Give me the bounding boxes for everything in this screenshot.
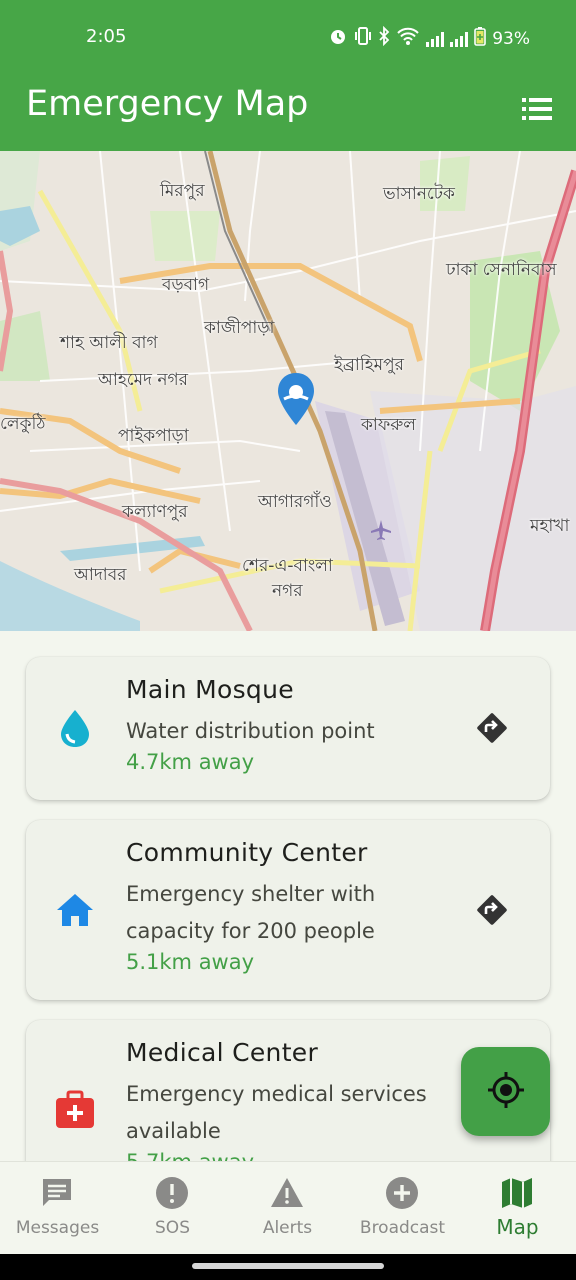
map-label: কল্যাণপুর bbox=[122, 502, 188, 522]
nav-alerts[interactable]: Alerts bbox=[230, 1162, 345, 1255]
status-bar: 2:05 93% bbox=[0, 0, 576, 72]
add-circle-icon bbox=[385, 1176, 419, 1210]
location-card[interactable]: Main Mosque Water distribution point 4.7… bbox=[26, 657, 550, 800]
nav-label: Map bbox=[496, 1215, 539, 1239]
map-label: শের-এ-বাংলা bbox=[242, 556, 333, 576]
alert-circle-icon bbox=[155, 1176, 189, 1210]
water-drop-icon bbox=[54, 707, 96, 749]
map-label: বড়বাগ bbox=[162, 275, 210, 295]
location-description: Emergency shelter with capacity for 200 … bbox=[126, 882, 376, 943]
message-icon bbox=[40, 1176, 74, 1210]
map-label: নগর bbox=[272, 581, 303, 601]
home-icon bbox=[54, 889, 96, 931]
map-label: শাহ আলী বাগ bbox=[60, 333, 158, 353]
nav-broadcast[interactable]: Broadcast bbox=[345, 1162, 460, 1255]
nav-map[interactable]: Map bbox=[460, 1162, 575, 1255]
my-location-button[interactable] bbox=[461, 1047, 550, 1136]
location-description: Water distribution point bbox=[126, 719, 375, 743]
map-label: আগারগাঁও bbox=[258, 492, 332, 512]
bluetooth-icon bbox=[378, 25, 390, 51]
nav-messages[interactable]: Messages bbox=[0, 1162, 115, 1255]
directions-icon[interactable] bbox=[474, 892, 510, 928]
nav-label: Broadcast bbox=[359, 1218, 446, 1238]
battery-percent: 93% bbox=[492, 28, 530, 49]
my-location-icon bbox=[486, 1070, 526, 1114]
location-name: Community Center bbox=[126, 838, 368, 867]
signal-icon bbox=[426, 31, 445, 47]
location-name: Medical Center bbox=[126, 1038, 319, 1067]
location-card[interactable]: Community Center Emergency shelter with … bbox=[26, 820, 550, 1000]
nav-label: Alerts bbox=[262, 1218, 313, 1238]
directions-icon[interactable] bbox=[474, 710, 510, 746]
map-label: ঢাকা সেনানিবাস bbox=[446, 260, 557, 280]
home-indicator[interactable] bbox=[192, 1263, 384, 1269]
map-label: পাইকপাড়া bbox=[118, 426, 189, 446]
location-distance: 5.1km away bbox=[126, 950, 255, 974]
list-icon[interactable] bbox=[520, 94, 554, 124]
app-bar: Emergency Map bbox=[0, 72, 576, 151]
status-icons: 93% bbox=[328, 25, 530, 51]
map-label: মহাখা bbox=[530, 516, 570, 536]
vibrate-icon bbox=[354, 26, 372, 51]
bottom-navigation: Messages SOS Alerts Broadcast Map bbox=[0, 1161, 576, 1254]
alarm-icon bbox=[328, 26, 348, 51]
map-label: ভাসানটেক bbox=[383, 184, 455, 204]
map-label: মিরপুর bbox=[160, 181, 205, 201]
nav-label: SOS bbox=[155, 1218, 190, 1238]
location-distance: 4.7km away bbox=[126, 750, 255, 774]
map-label: আদাবর bbox=[74, 565, 127, 585]
status-time: 2:05 bbox=[86, 26, 127, 47]
map-label: কাজীপাড়া bbox=[204, 318, 275, 338]
map-label: ইব্রাহিমপুর bbox=[334, 355, 404, 375]
page-title: Emergency Map bbox=[26, 84, 309, 124]
battery-icon bbox=[474, 26, 487, 51]
nav-sos[interactable]: SOS bbox=[115, 1162, 230, 1255]
map-view[interactable]: মিরপুর ভাসানটেক ঢাকা সেনানিবাস বড়বাগ কা… bbox=[0, 151, 576, 631]
map-icon bbox=[500, 1176, 534, 1210]
nav-label: Messages bbox=[15, 1218, 100, 1238]
location-description: Emergency medical services available bbox=[126, 1082, 427, 1143]
wifi-icon bbox=[396, 26, 420, 51]
location-pin-icon[interactable] bbox=[276, 371, 316, 427]
map-label: লেকুঠি bbox=[0, 414, 46, 434]
gesture-bar bbox=[0, 1254, 576, 1280]
map-label: আহমেদ নগর bbox=[98, 370, 189, 390]
signal-icon-2 bbox=[450, 31, 469, 47]
map-label: কাফরুল bbox=[361, 415, 416, 435]
medical-kit-icon bbox=[54, 1089, 96, 1131]
airplane-icon bbox=[370, 519, 392, 541]
location-distance: 5.7km away bbox=[126, 1150, 254, 1161]
warning-icon bbox=[270, 1176, 304, 1210]
location-name: Main Mosque bbox=[126, 675, 294, 704]
